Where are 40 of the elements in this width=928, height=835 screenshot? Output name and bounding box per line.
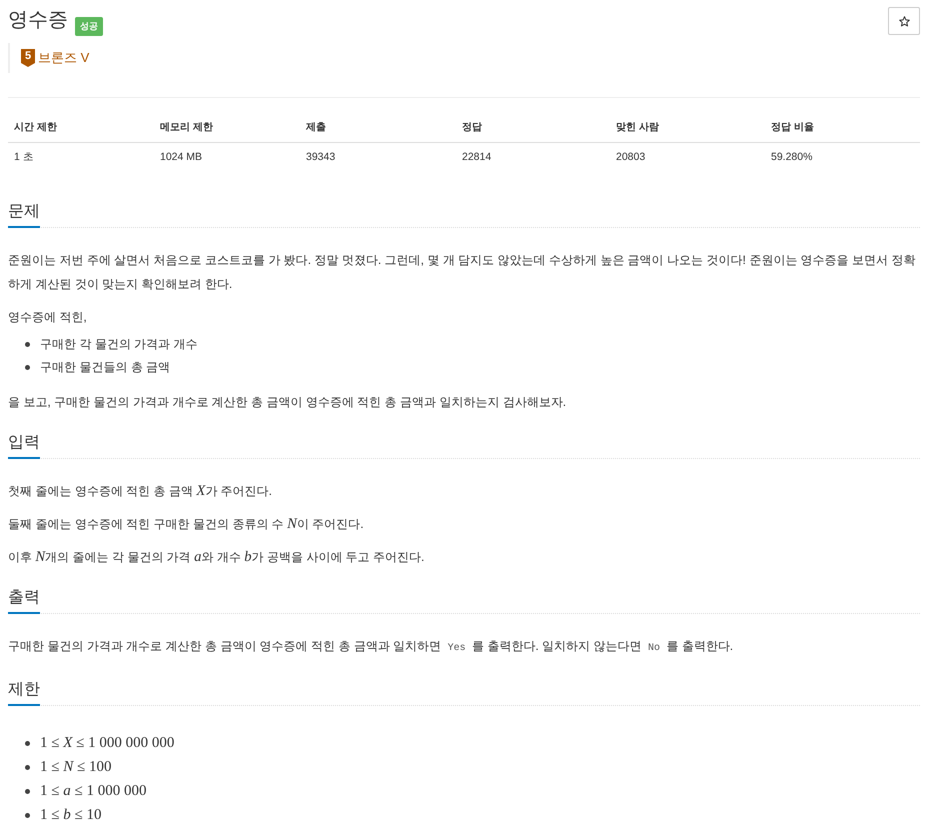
table-cell-text: 39343 [305, 150, 336, 165]
section-heading: 출력 [8, 586, 40, 614]
list-item-text: 구매한 물건들의 총 금액 [40, 359, 170, 376]
tier-badge: 5 [21, 49, 35, 67]
section-heading: 제한 [8, 678, 40, 706]
table-header-cell: 정답 [456, 113, 610, 143]
paragraph: 영수증에 적힌, [8, 309, 88, 326]
list-item-text: 구매한 각 물건의 가격과 개수 [40, 336, 198, 353]
bullet-icon [25, 740, 30, 746]
paragraph: 둘째 줄에는 영수증에 적힌 구매한 물건의 종류의 수 N이 주어진다. [8, 515, 365, 534]
section-heading: 입력 [8, 431, 40, 459]
table-cell-text: 59.280% [770, 150, 814, 165]
table-cell-text: 22814 [461, 150, 492, 165]
list-item-text: 1 ≤ b ≤ 10 [40, 806, 102, 825]
table-cell-text: 1024 MB [159, 150, 204, 165]
paragraph: 준원이는 저번 주에 살면서 처음으로 코스트코를 가 봤다. 정말 멋졌다. 그런데, 몇 개 담지도 않았는데 수상하게 높은 금액이 나오는 것이다! 준원이는 영수증을 보면서 정확하게 계산된 것이 맞는지 확인해보려 한다. [8, 252, 916, 293]
bullet-icon [25, 812, 30, 818]
list-item-text: 1 ≤ N ≤ 100 [40, 758, 112, 777]
paragraph: 구매한 물건의 가격과 개수로 계산한 총 금액이 영수증에 적힌 총 금액과 일치하면 Yes 를 출력한다. 일치하지 않는다면 No 를 출력한다. [8, 638, 734, 656]
section-heading: 문제 [8, 200, 40, 228]
paragraph: 을 보고, 구매한 물건의 가격과 개수로 계산한 총 금액이 영수증에 적힌 총 금액과 일치하는지 검사해보자. [8, 394, 568, 411]
paragraph: 이후 N개의 줄에는 각 물건의 가격 a와 개수 b가 공백을 사이에 두고 주어진다. [8, 548, 426, 567]
table-cell-text: 20803 [615, 150, 646, 165]
table-header-cell: 정답 비율 [765, 113, 920, 143]
result-badge: 성공 [75, 17, 103, 36]
problem-title: 영수증 [8, 8, 68, 33]
table-header-cell: 시간 제한 [8, 113, 154, 143]
bullet-icon [25, 365, 30, 370]
table-cell-text: 1 초 [13, 150, 35, 165]
table-header-cell: 메모리 제한 [154, 113, 300, 143]
list-item-text: 1 ≤ a ≤ 1 000 000 [40, 782, 146, 801]
bullet-icon [25, 764, 30, 770]
list-item-text: 1 ≤ X ≤ 1 000 000 000 [40, 734, 174, 753]
bullet-icon [25, 342, 30, 347]
table-header-cell: 맞힌 사람 [610, 113, 765, 143]
bullet-icon [25, 788, 30, 794]
tier-label: 브론즈 V [38, 49, 90, 67]
table-header-cell: 제출 [300, 113, 456, 143]
favorite-button[interactable] [888, 7, 920, 35]
paragraph: 첫째 줄에는 영수증에 적힌 총 금액 X가 주어진다. [8, 482, 274, 501]
